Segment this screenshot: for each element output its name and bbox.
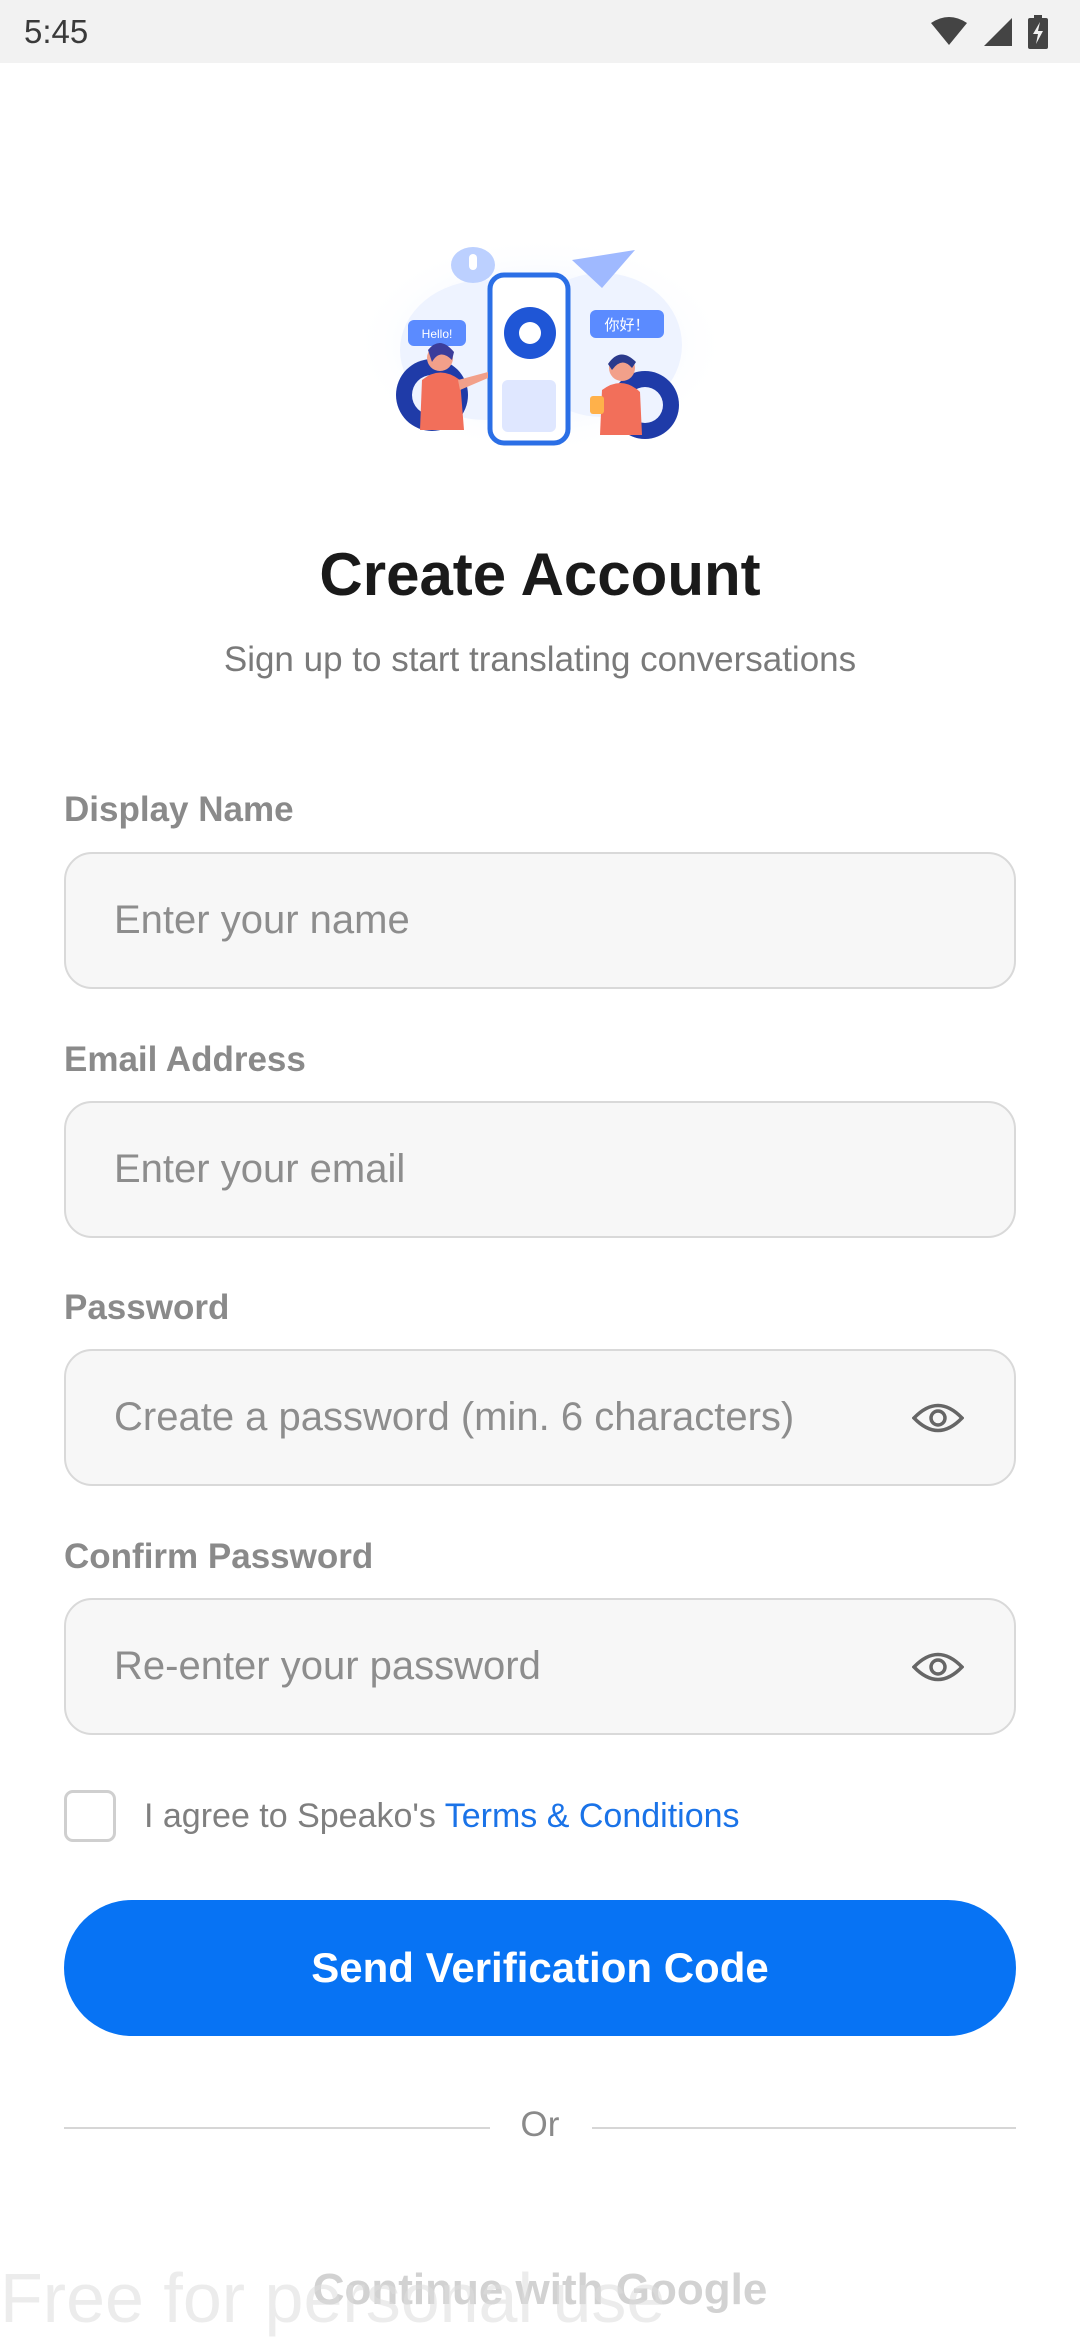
- status-bar: 5:45: [0, 0, 1080, 63]
- confirm-password-input[interactable]: [114, 1644, 966, 1689]
- send-verification-code-button[interactable]: Send Verification Code: [64, 1900, 1016, 2036]
- or-label: Or: [520, 2105, 560, 2144]
- page-subtitle: Sign up to start translating conversatio…: [223, 640, 857, 679]
- bubble-nihao: 你好！: [604, 316, 649, 334]
- eye-icon[interactable]: [912, 1650, 964, 1684]
- confirm-password-field[interactable]: [64, 1598, 1016, 1735]
- confirm-password-label: Confirm Password: [64, 1537, 374, 1576]
- terms-agreement-text: I agree to Speako's Terms & Conditions: [144, 1797, 740, 1836]
- or-divider: Or: [64, 2105, 1016, 2149]
- terms-link[interactable]: Terms & Conditions: [445, 1797, 740, 1835]
- display-name-field[interactable]: [64, 852, 1016, 989]
- wifi-icon: [931, 16, 967, 45]
- watermark: Free for personal use: [0, 2259, 666, 2337]
- translation-illustration: Hello! 你好！: [350, 235, 730, 455]
- eye-icon[interactable]: [912, 1401, 964, 1435]
- password-field[interactable]: [64, 1349, 1016, 1486]
- display-name-input[interactable]: [114, 898, 966, 943]
- battery-charging-icon: [1028, 14, 1048, 49]
- email-input[interactable]: [114, 1147, 966, 1192]
- email-field[interactable]: [64, 1101, 1016, 1238]
- password-label: Password: [64, 1288, 230, 1327]
- status-icons: [930, 14, 1048, 49]
- page-title: Create Account: [319, 541, 761, 608]
- agree-prefix: I agree to Speako's: [144, 1796, 445, 1835]
- email-label: Email Address: [64, 1040, 306, 1079]
- password-input[interactable]: [114, 1395, 966, 1440]
- display-name-label: Display Name: [64, 790, 294, 829]
- terms-checkbox[interactable]: [64, 1790, 116, 1842]
- terms-agreement-row: I agree to Speako's Terms & Conditions: [64, 1790, 740, 1842]
- status-time: 5:45: [24, 12, 89, 50]
- signal-icon: [984, 17, 1012, 46]
- bubble-hello: Hello!: [422, 327, 453, 341]
